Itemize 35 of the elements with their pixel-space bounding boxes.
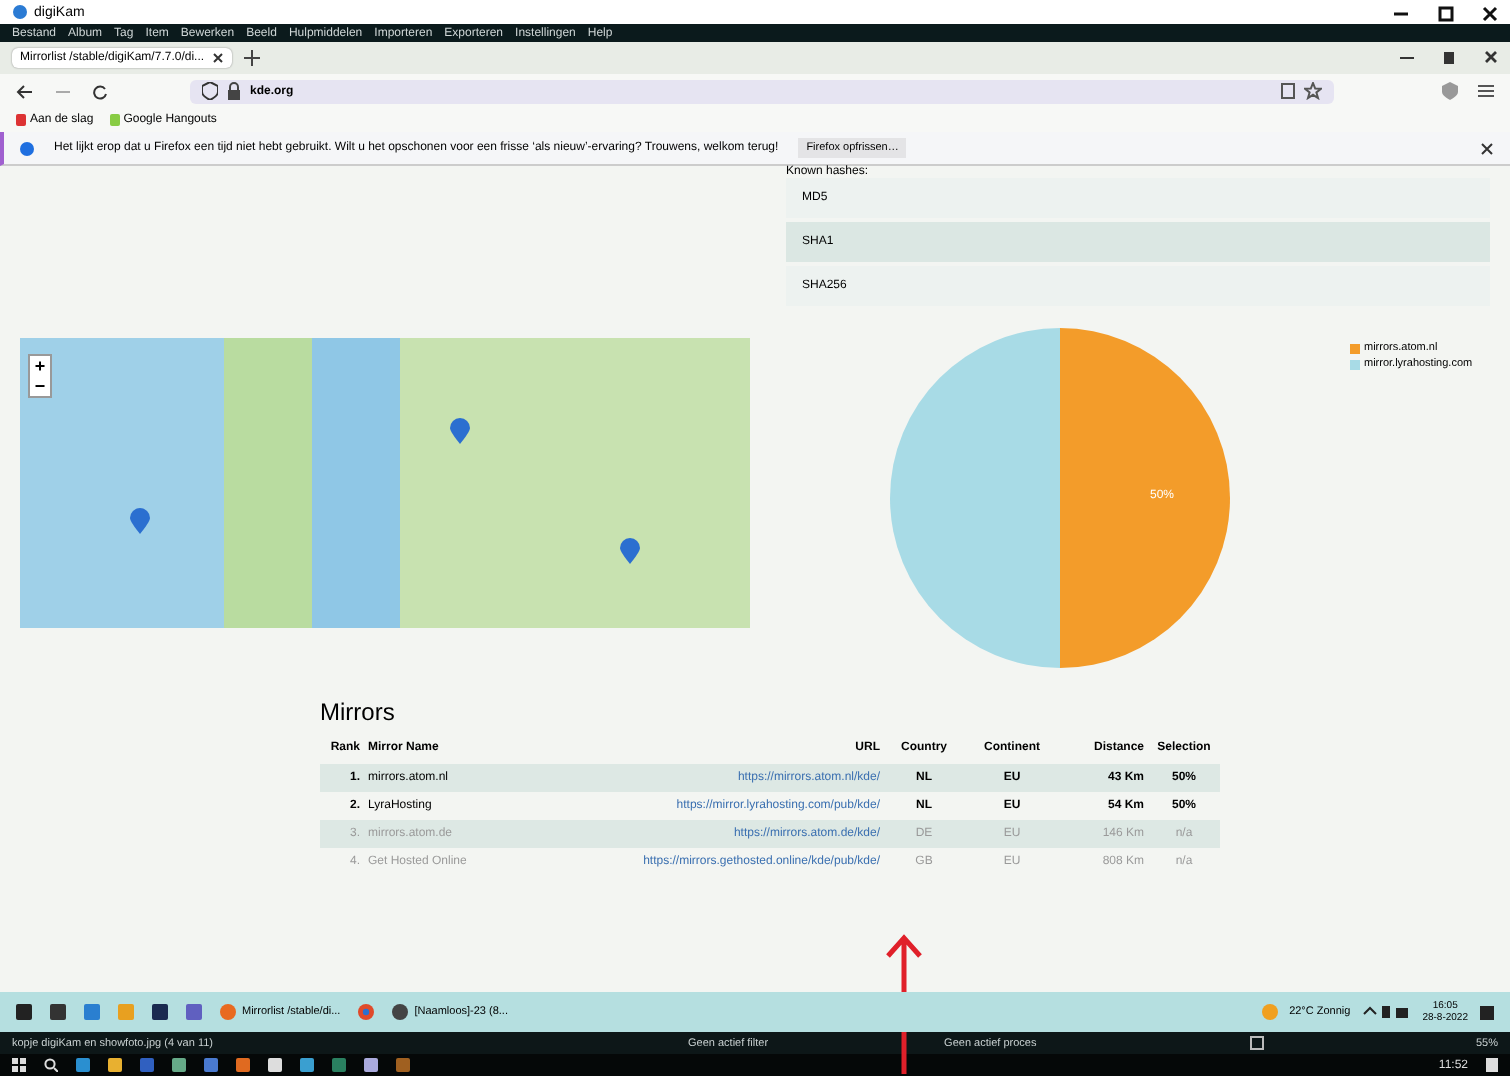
search-icon[interactable]	[44, 1058, 58, 1072]
start-icon[interactable]	[12, 1058, 26, 1072]
shield-icon	[202, 82, 218, 100]
close-icon[interactable]	[1480, 141, 1494, 155]
bookmark-icon	[16, 114, 26, 126]
plus-icon[interactable]	[244, 50, 261, 66]
fit-icon[interactable]	[1249, 1036, 1264, 1050]
tray-icons[interactable]	[1362, 1004, 1411, 1020]
maximize-icon[interactable]	[1438, 6, 1454, 22]
info-icon	[20, 141, 34, 155]
map[interactable]: + −	[20, 338, 750, 628]
star-icon[interactable]	[1304, 82, 1322, 100]
reader-icon[interactable]	[1280, 82, 1296, 100]
zoom-in-button[interactable]: +	[30, 356, 50, 376]
notifications-icon[interactable]	[1480, 1005, 1494, 1019]
bookmark-icon	[109, 114, 120, 126]
app-icon	[220, 1004, 236, 1020]
close-icon[interactable]	[212, 52, 225, 64]
shield-icon[interactable]	[1442, 82, 1458, 100]
map-pin-icon[interactable]	[130, 508, 150, 534]
back-icon[interactable]	[16, 83, 34, 99]
maximize-icon[interactable]	[1442, 50, 1456, 66]
lock-icon	[226, 82, 242, 100]
app-icon	[392, 1004, 409, 1020]
browser-icon[interactable]	[358, 1004, 375, 1020]
app-icon	[12, 4, 28, 20]
close-icon[interactable]	[1482, 6, 1498, 22]
reload-icon[interactable]	[92, 83, 110, 99]
zoom-out-button[interactable]: −	[30, 376, 50, 396]
map-pin-icon[interactable]	[620, 538, 640, 564]
map-pin-icon[interactable]	[450, 418, 470, 444]
section-heading: Mirrors	[320, 698, 397, 726]
weather-icon	[1261, 1004, 1278, 1020]
menu-icon[interactable]	[1478, 82, 1494, 100]
close-icon[interactable]	[1484, 50, 1498, 66]
